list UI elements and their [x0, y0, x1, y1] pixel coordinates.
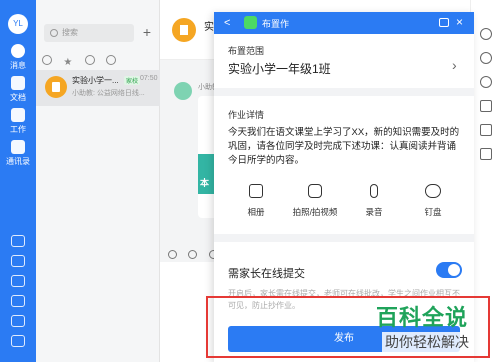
grid-icon	[11, 108, 25, 122]
star-icon[interactable]: ★	[63, 58, 73, 68]
nav-messages-label: 消息	[10, 61, 26, 70]
nav-docs[interactable]: 文档	[0, 76, 36, 103]
search-input[interactable]: 搜索	[44, 24, 134, 42]
scope-value[interactable]: 实验小学一年级1班	[228, 60, 331, 77]
user-avatar[interactable]: YL	[8, 14, 28, 34]
camera-icon	[308, 184, 322, 198]
section-divider	[214, 88, 474, 96]
chat-logo-icon	[172, 18, 196, 42]
nav-work-label: 工作	[10, 125, 26, 134]
open-external-icon[interactable]	[439, 18, 449, 27]
tool-record[interactable]: 录音	[349, 184, 399, 218]
microphone-icon	[370, 184, 378, 198]
image-icon	[249, 184, 263, 198]
tool-album-label: 相册	[247, 207, 265, 217]
tool-record-label: 录音	[365, 207, 383, 217]
emoji-icon[interactable]	[188, 250, 198, 259]
filter-all-icon[interactable]	[42, 55, 52, 65]
panel-title: 布置作	[262, 19, 290, 29]
gif-icon[interactable]	[168, 250, 177, 259]
parent-submit-label: 需家长在线提交	[228, 268, 305, 280]
tool-camera[interactable]: 拍照/拍视频	[290, 184, 340, 218]
app-icon	[244, 16, 257, 29]
scope-label: 布置范围	[228, 46, 265, 56]
calendar-side-icon[interactable]	[480, 148, 492, 160]
lightning-icon[interactable]	[11, 275, 25, 287]
more-icon[interactable]	[480, 28, 492, 40]
search-icon	[50, 29, 58, 37]
search-placeholder: 搜索	[62, 28, 78, 37]
chat-bubble-icon	[11, 44, 25, 58]
document-icon	[11, 76, 25, 90]
add-member-icon[interactable]	[480, 52, 492, 64]
tool-dingpan-label: 钉盘	[424, 207, 442, 217]
section-divider-2	[214, 234, 474, 242]
left-nav-rail: YL 消息 文档 工作 通讯录	[0, 0, 36, 362]
session-tag: 家校	[124, 76, 141, 85]
tasks-icon[interactable]	[480, 124, 492, 136]
sender-avatar[interactable]	[174, 82, 192, 100]
nav-docs-label: 文档	[10, 93, 26, 102]
session-item[interactable]: 实验小学一... 家校 07:50 小助教: 公益网络日线...	[36, 70, 160, 106]
session-preview: 小助教: 公益网络日线...	[72, 90, 145, 97]
mail-icon[interactable]	[11, 315, 25, 327]
at-icon[interactable]	[84, 55, 95, 65]
todo-icon[interactable]	[11, 255, 25, 267]
nav-messages[interactable]: 消息	[0, 44, 36, 71]
parent-submit-toggle[interactable]	[436, 262, 462, 278]
bell-icon[interactable]	[11, 335, 25, 347]
chevron-right-icon[interactable]: ›	[452, 57, 457, 73]
menu-icon[interactable]	[106, 55, 117, 65]
homework-detail-text[interactable]: 今天我们在语文课堂上学习了XX，新的知识需要及时的巩固，请各位同学及时完成下述功…	[228, 126, 462, 168]
folder-icon[interactable]	[480, 100, 492, 112]
school-logo-icon	[45, 76, 67, 98]
panel-header: < 布置作 ×	[214, 12, 474, 34]
calendar-icon[interactable]	[11, 235, 25, 247]
nav-contacts-label: 通讯录	[6, 157, 30, 166]
cloud-icon	[425, 184, 441, 198]
watermark-logo: 百科全说 助你轻松解决	[370, 300, 496, 358]
phone-icon[interactable]	[11, 295, 25, 307]
contacts-icon	[11, 140, 25, 154]
history-icon[interactable]	[480, 76, 492, 88]
session-list-panel: 搜索 + ★ 实验小学一... 家校 07:50 小助教: 公益网络日线...	[36, 0, 160, 362]
detail-label: 作业详情	[228, 110, 265, 120]
attachment-tools: 相册 拍照/拍视频 录音 钉盘	[214, 184, 474, 224]
add-button[interactable]: +	[140, 25, 154, 39]
chat-title: 实	[204, 22, 214, 33]
back-button[interactable]: <	[224, 16, 230, 30]
filter-bar: ★	[42, 54, 154, 68]
close-button[interactable]: ×	[456, 15, 463, 29]
tool-camera-label: 拍照/拍视频	[292, 207, 338, 217]
watermark-main: 百科全说	[376, 305, 469, 330]
nav-contacts[interactable]: 通讯录	[0, 140, 36, 167]
session-time: 07:50	[140, 75, 158, 82]
session-name: 实验小学一...	[72, 76, 119, 85]
watermark-sub: 助你轻松解决	[382, 332, 472, 352]
tool-album[interactable]: 相册	[231, 184, 281, 218]
tool-dingpan[interactable]: 钉盘	[408, 184, 458, 218]
nav-work[interactable]: 工作	[0, 108, 36, 135]
